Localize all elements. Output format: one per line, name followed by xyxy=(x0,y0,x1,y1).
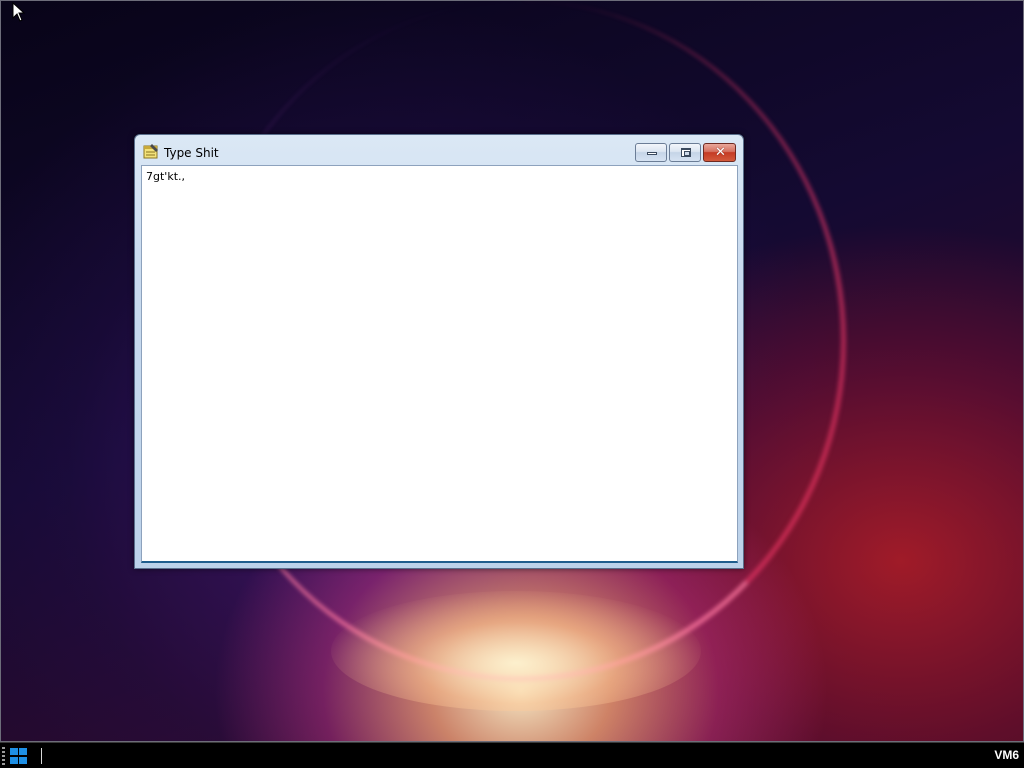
wallpaper-orb-glow xyxy=(331,591,701,711)
taskbar: VM6 xyxy=(0,742,1024,768)
app-window[interactable]: Type Shit ✕ 7gt'kt., xyxy=(134,134,744,569)
maximize-icon xyxy=(681,148,691,157)
desktop[interactable]: Type Shit ✕ 7gt'kt., xyxy=(0,0,1024,742)
mouse-cursor-icon xyxy=(12,2,26,22)
start-button[interactable] xyxy=(9,747,29,765)
window-title: Type Shit xyxy=(164,146,219,160)
notepad-icon xyxy=(143,144,158,159)
text-editor-area[interactable]: 7gt'kt., xyxy=(141,165,738,563)
close-icon: ✕ xyxy=(715,145,726,160)
title-bar[interactable]: Type Shit ✕ xyxy=(135,135,743,165)
taskbar-separator xyxy=(41,748,42,764)
minimize-button[interactable] xyxy=(635,143,667,162)
machine-label: VM6 xyxy=(994,748,1019,762)
maximize-button[interactable] xyxy=(669,143,701,162)
editor-content: 7gt'kt., xyxy=(146,170,185,183)
close-button[interactable]: ✕ xyxy=(703,143,736,162)
taskbar-grip[interactable] xyxy=(2,747,5,765)
minimize-icon xyxy=(647,152,657,155)
